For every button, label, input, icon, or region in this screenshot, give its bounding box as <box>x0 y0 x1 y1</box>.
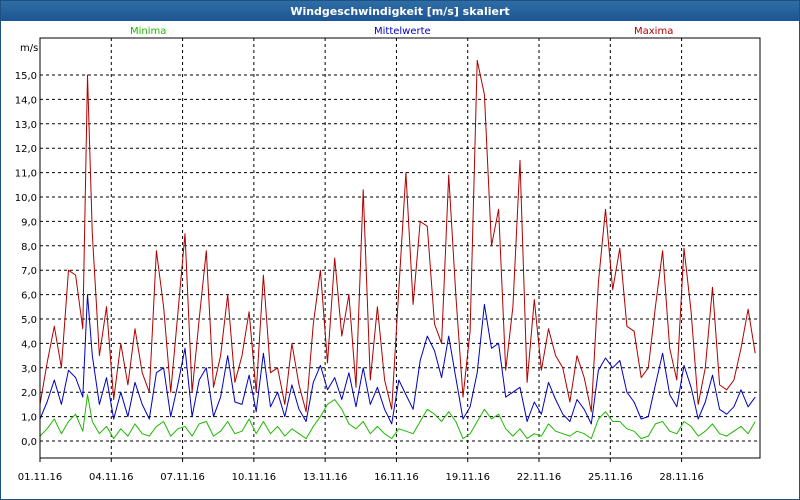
y-tick-label: 9,0 <box>21 217 37 228</box>
series-line-maxima <box>39 59 756 413</box>
x-tick-label: 04.11.16 <box>89 472 134 483</box>
x-tick-labels: 01.11.16 04.11.16 07.11.16 10.11.16 13.11.16… <box>18 472 704 483</box>
plot-frame <box>39 37 761 459</box>
series-lines <box>39 59 756 440</box>
y-tick-label: 4,0 <box>21 339 37 350</box>
y-tick-label: 1,0 <box>21 413 37 424</box>
x-tick-label: 01.11.16 <box>18 472 63 483</box>
y-tick-label: 7,0 <box>21 266 37 277</box>
wind-speed-chart: m/s 0,0 1,0 2,0 3,0 4,0 5,0 6,0 7,0 8,0 9,0 10,0 11… <box>15 37 761 483</box>
x-tick-label: 28.11.16 <box>659 472 704 483</box>
x-tick-label: 10.11.16 <box>232 472 277 483</box>
y-tick-label: 13,0 <box>15 120 37 131</box>
y-tick-label: 15,0 <box>15 71 37 82</box>
y-tick-labels: 0,0 1,0 2,0 3,0 4,0 5,0 6,0 7,0 8,0 9,0 10,0 11,0 12… <box>15 71 37 448</box>
x-tick-label: 22.11.16 <box>517 472 562 483</box>
x-tick-label: 19.11.16 <box>445 472 490 483</box>
x-tick-label: 07.11.16 <box>160 472 205 483</box>
x-tick-label: 13.11.16 <box>303 472 348 483</box>
y-tick-label: 3,0 <box>21 364 37 375</box>
y-tick-label: 10,0 <box>15 193 37 204</box>
y-axis-unit: m/s <box>20 43 38 54</box>
y-tick-label: 0,0 <box>21 437 37 448</box>
y-tick-label: 11,0 <box>15 169 37 180</box>
y-tick-label: 12,0 <box>15 144 37 155</box>
x-tick-label: 16.11.16 <box>374 472 419 483</box>
y-tick-label: 2,0 <box>21 388 37 399</box>
y-tick-label: 6,0 <box>21 291 37 302</box>
y-tick-label: 5,0 <box>21 315 37 326</box>
y-tick-label: 14,0 <box>15 95 37 106</box>
x-tick-label: 25.11.16 <box>588 472 633 483</box>
y-tick-label: 8,0 <box>21 242 37 253</box>
